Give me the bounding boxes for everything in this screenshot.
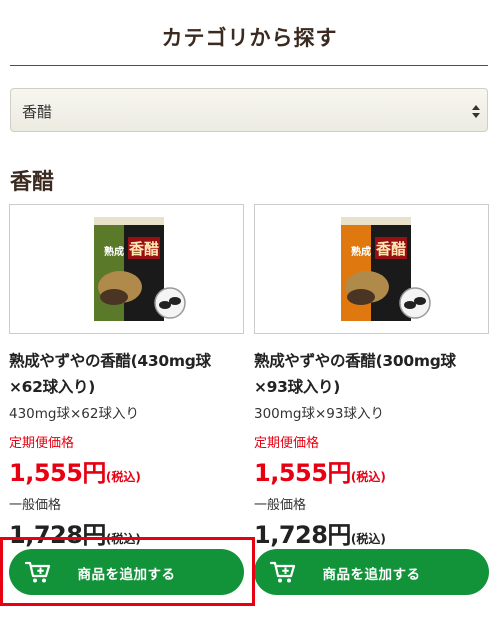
subscription-price-value: 1,555円 [9,459,106,487]
page-title: カテゴリから探す [161,26,338,50]
product-image[interactable]: 香醋 熟成 [254,204,489,334]
subscription-price: 1,555円(税込) [9,453,244,488]
product-spec: 430mg球×62球入り [9,406,139,422]
subscription-price-value: 1,555円 [254,459,351,487]
package-top-band [94,217,164,225]
product-image[interactable]: 香醋 熟成 [9,204,244,334]
product-package-image: 香醋 熟成 [341,217,431,321]
select-updown-arrows-icon [472,105,480,118]
subscription-price-label: 定期便価格 [254,436,320,451]
product-package-image: 香醋 熟成 [94,217,186,321]
package-label-big: 香醋 [129,240,159,258]
tax-note: (税込) [350,532,386,546]
tax-note: (税込) [350,470,386,484]
add-to-cart-button[interactable]: 商品を追加する [9,549,244,595]
section-title: 香醋 [10,170,55,195]
package-label-small: 熟成 [351,245,371,258]
tax-note: (税込) [105,532,141,546]
add-to-cart-button[interactable]: 商品を追加する [254,549,489,595]
divider [10,65,488,66]
regular-price-label: 一般価格 [9,498,62,513]
package-left-panel [94,217,128,321]
regular-price-label: 一般価格 [254,498,307,513]
product-name[interactable]: 熟成やずやの香醋(300mg球×93球入り) [254,348,489,400]
tax-note: (税込) [105,470,141,484]
product-spec: 300mg球×93球入り [254,406,384,422]
add-to-cart-label: 商品を追加する [322,567,421,583]
product-name[interactable]: 熟成やずやの香醋(430mg球×62球入り) [9,348,244,400]
package-top-band [341,217,411,225]
category-select-value: 香醋 [22,103,53,121]
category-select[interactable]: 香醋 [10,88,488,132]
product-card: 香醋 熟成 熟成やずやの香醋(300mg球×93球入り) 300mg球×93球入… [254,204,489,550]
package-left-panel [341,217,375,321]
regular-price: 1,728円(税込) [254,515,489,550]
subscription-price-label: 定期便価格 [9,436,75,451]
product-card: 香醋 熟成 熟成やずやの香醋(430mg球×62球入り) 430mg球×62球入… [9,204,244,550]
package-label-small: 熟成 [104,245,124,258]
package-label-big: 香醋 [376,240,406,258]
subscription-price: 1,555円(税込) [254,453,489,488]
regular-price-value: 1,728円 [254,521,351,549]
regular-price: 1,728円(税込) [9,515,244,550]
add-to-cart-label: 商品を追加する [77,567,176,583]
regular-price-value: 1,728円 [9,521,106,549]
